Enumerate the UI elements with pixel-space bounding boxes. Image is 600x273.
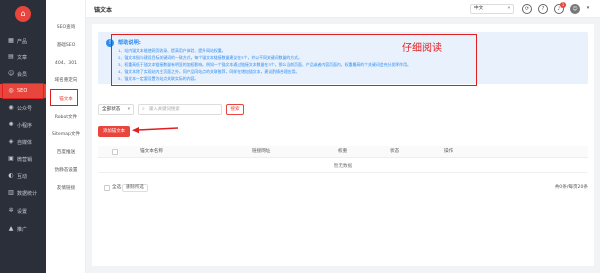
sidebar-item-label: 设置 [17, 208, 28, 215]
status-filter-select[interactable]: 全部状态 ▾ [98, 104, 134, 115]
sidebar-item-miniapp[interactable]: ✺ 小程序 [0, 118, 46, 132]
media-icon: ◈ [8, 138, 14, 145]
table-empty-state: 暂无数据 [98, 161, 588, 173]
marketing-icon: ▣ [8, 155, 14, 162]
search-placeholder: 输入关键词搜索 [149, 107, 180, 112]
miniapp-icon: ✺ [8, 121, 14, 128]
submenu-item-robot-file[interactable]: Robot文件 [46, 114, 86, 120]
sidebar-item-stats[interactable]: ▥ 数据统计 [0, 186, 46, 200]
search-button[interactable]: 搜索 [226, 104, 244, 115]
sidebar-item-label: 推广 [17, 226, 28, 233]
sidebar-item-label: 会员 [17, 71, 28, 78]
top-header: 锚文本 中文 ▾ ⟳ ? ♪ 1 ☺ ▾ [86, 0, 600, 18]
select-all-checkbox[interactable] [104, 185, 110, 191]
article-icon: ▤ [8, 53, 14, 60]
language-value: 中文 [474, 6, 484, 11]
interact-icon: ◐ [8, 172, 14, 179]
table-header: 锚文本名称 链接网址 权重 状态 操作 [98, 146, 588, 158]
sidebar-item-settings[interactable]: ✲ 设置 [0, 204, 46, 218]
submenu-item-basic-seo[interactable]: 基础SEO [46, 42, 86, 48]
box-icon: ▦ [8, 37, 14, 44]
sidebar-item-wechat[interactable]: ◉ 公众号 [0, 101, 46, 115]
main-sidebar: ⌂ ▦ 产品 ▤ 文章 ☺ 会员 ◎ SEO ◉ 公众号 ✺ 小程序 ◈ 自媒体 [0, 0, 46, 273]
column-header-url: 链接网址 [252, 149, 271, 154]
column-header-actions: 操作 [444, 149, 454, 154]
language-select[interactable]: 中文 ▾ [470, 4, 514, 14]
search-input[interactable]: ⌕ 输入关键词搜索 [138, 104, 222, 115]
sidebar-item-label: 文章 [17, 54, 28, 61]
chevron-down-icon: ▾ [507, 6, 510, 11]
sidebar-item-media[interactable]: ◈ 自媒体 [0, 135, 46, 149]
dropdown-chevron-icon[interactable]: ▾ [584, 4, 592, 14]
column-header-name: 锚文本名称 [140, 149, 163, 154]
refresh-icon[interactable]: ⟳ [522, 4, 532, 14]
sidebar-item-label: 数据统计 [17, 190, 38, 197]
submenu-item-domain-redirect[interactable]: 域名重定向 [46, 77, 86, 83]
help-icon[interactable]: ? [538, 4, 548, 14]
status-filter-value: 全部状态 [102, 107, 121, 112]
sidebar-item-label: 公众号 [17, 105, 33, 112]
read-carefully-annotation: 仔细阅读 [402, 43, 442, 54]
submenu-item-sitemap[interactable]: Sitemap文件 [46, 131, 86, 137]
seo-annotation-box [2, 83, 44, 99]
submenu-item-seo-query[interactable]: SEO查询 [46, 24, 86, 30]
sidebar-item-label: 自媒体 [17, 139, 33, 146]
sidebar-item-products[interactable]: ▦ 产品 [0, 34, 46, 48]
gear-icon: ✲ [8, 207, 14, 214]
sidebar-item-marketing[interactable]: ▣ 微营销 [0, 152, 46, 166]
user-icon: ☺ [8, 70, 15, 77]
page-title: 锚文本 [94, 7, 113, 14]
header-checkbox[interactable] [112, 149, 118, 155]
arrow-annotation-icon [132, 127, 179, 134]
promote-icon: ▲ [8, 225, 14, 232]
stats-icon: ▥ [8, 189, 14, 196]
sidebar-item-interact[interactable]: ◐ 互动 [0, 169, 46, 183]
sidebar-item-articles[interactable]: ▤ 文章 [0, 50, 46, 64]
submenu-item-baidu-push[interactable]: 百度推送 [46, 149, 86, 155]
column-header-status: 状态 [390, 149, 400, 154]
select-all-label: 全选 [112, 185, 122, 190]
add-anchor-text-button[interactable]: 添加锚文本 [98, 126, 130, 137]
sidebar-item-label: 产品 [17, 38, 28, 45]
chevron-down-icon: ▾ [127, 107, 130, 112]
sidebar-item-label: 小程序 [17, 122, 33, 129]
pagination-total: 共0条/每页20条 [554, 185, 588, 190]
wechat-icon: ◉ [8, 104, 14, 111]
submenu-item-friend-links[interactable]: 友情链接 [46, 185, 86, 191]
sidebar-item-label: 微营销 [17, 156, 33, 163]
anchor-text-annotation-box [50, 89, 78, 106]
table-footer: 全选 删除所选 共0条/每页20条 [98, 183, 588, 193]
search-icon: ⌕ [142, 106, 145, 112]
submenu-item-rewrite[interactable]: 伪静态设置 [46, 167, 86, 173]
bell-icon[interactable]: ♪ 1 [554, 2, 566, 14]
sidebar-item-label: 互动 [17, 173, 28, 180]
delete-selected-button[interactable]: 删除所选 [122, 184, 148, 192]
app-window: ⌂ ▦ 产品 ▤ 文章 ☺ 会员 ◎ SEO ◉ 公众号 ✺ 小程序 ◈ 自媒体 [0, 0, 600, 273]
avatar[interactable]: ☺ [570, 4, 580, 14]
home-logo-icon[interactable]: ⌂ [15, 6, 31, 22]
sidebar-item-members[interactable]: ☺ 会员 [0, 67, 46, 81]
sidebar-item-promote[interactable]: ▲ 推广 [0, 222, 46, 236]
notification-badge: 1 [560, 2, 566, 8]
submenu-item-404-301[interactable]: 404、301 [46, 60, 86, 66]
seo-submenu: SEO查询 基础SEO 404、301 域名重定向 锚文本 Robot文件 Si… [46, 0, 86, 273]
column-header-weight: 权重 [338, 149, 348, 154]
